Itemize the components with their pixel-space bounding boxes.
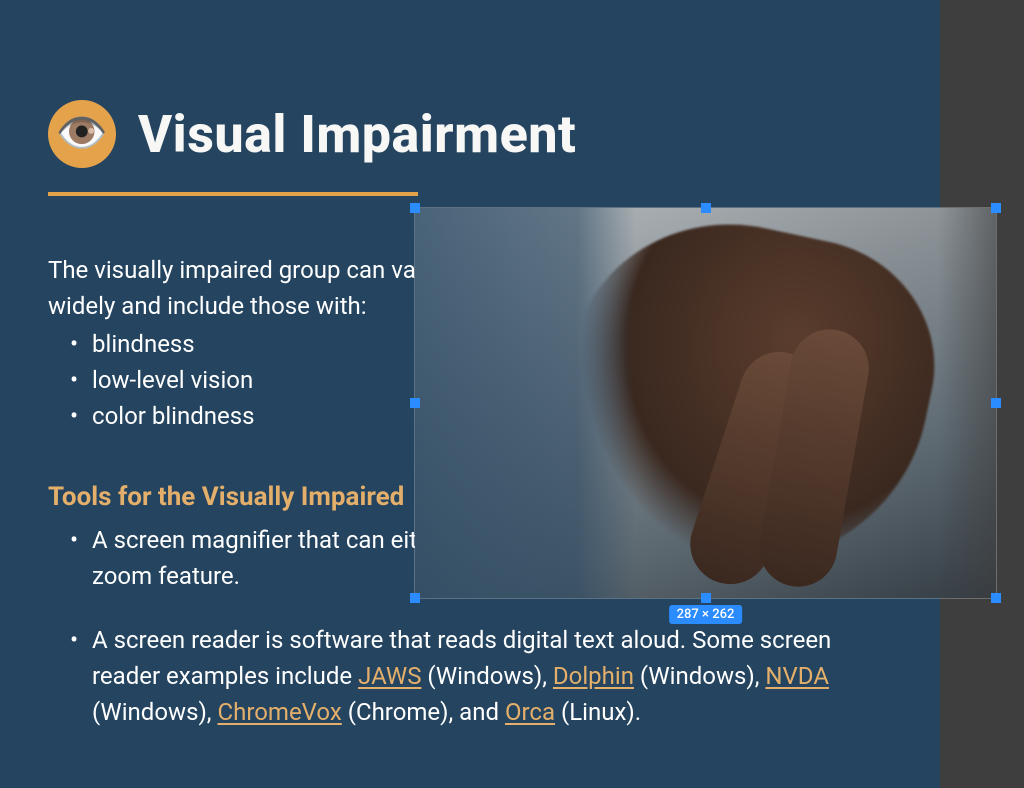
resize-handle-bottom-middle[interactable] — [701, 593, 711, 603]
link-jaws[interactable]: JAWS — [358, 662, 421, 690]
link-chromevox[interactable]: ChromeVox — [217, 698, 341, 726]
link-nvda[interactable]: NVDA — [765, 662, 829, 690]
eye-glyph: 👁️ — [56, 113, 108, 155]
selection-size-badge: 287 × 262 — [669, 605, 743, 624]
eye-icon: 👁️ — [48, 100, 116, 168]
link-orca[interactable]: Orca — [505, 698, 555, 726]
resize-handle-middle-right[interactable] — [991, 398, 1001, 408]
resize-handle-middle-left[interactable] — [410, 398, 420, 408]
accent-rule — [48, 192, 418, 196]
resize-handle-top-middle[interactable] — [701, 203, 711, 213]
list-item: A screen reader is software that reads d… — [70, 622, 850, 730]
link-dolphin[interactable]: Dolphin — [553, 662, 634, 690]
resize-handle-bottom-right[interactable] — [991, 593, 1001, 603]
resize-handle-bottom-left[interactable] — [410, 593, 420, 603]
braille-image[interactable]: 287 × 262 — [414, 207, 997, 599]
page-title: Visual Impairment — [138, 104, 576, 165]
resize-handle-top-right[interactable] — [991, 203, 1001, 213]
resize-handle-top-left[interactable] — [410, 203, 420, 213]
braille-image-surface — [415, 208, 996, 598]
title-row: 👁️ Visual Impairment — [48, 100, 892, 168]
